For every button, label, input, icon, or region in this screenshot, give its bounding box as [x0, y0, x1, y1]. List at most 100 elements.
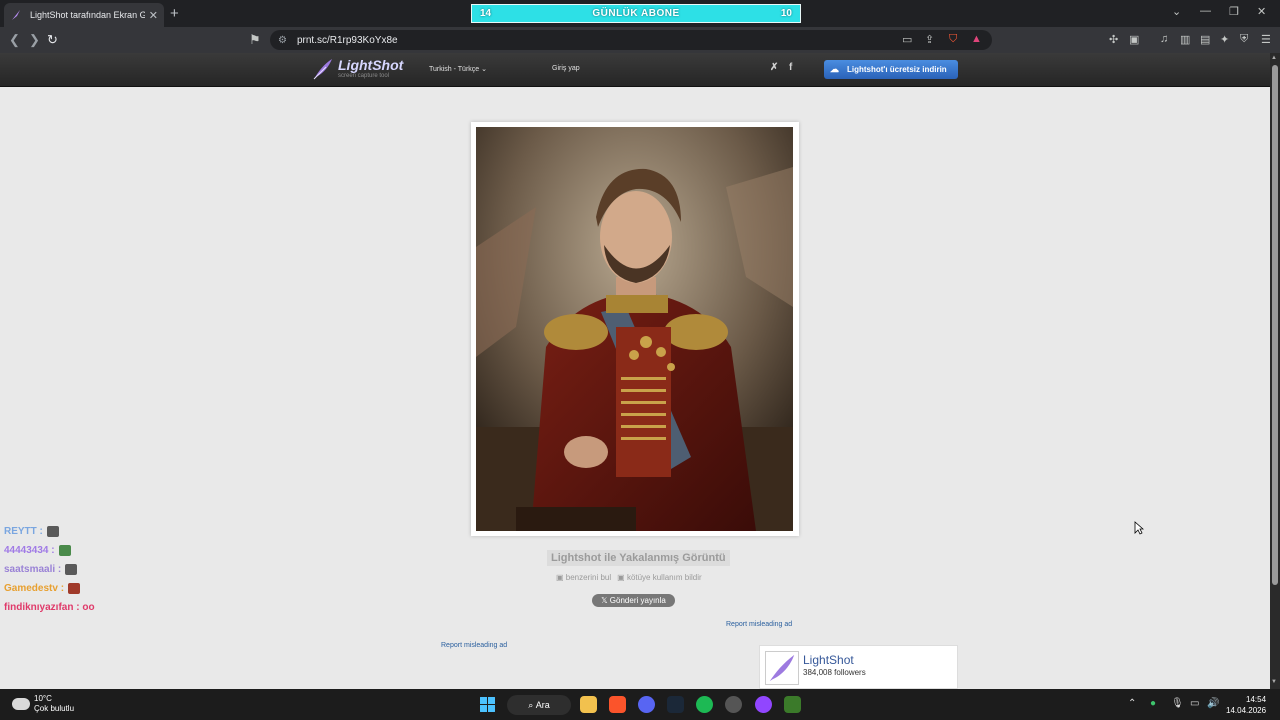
scroll-thumb[interactable]	[1272, 65, 1278, 585]
browser-toolbar: ❮ ❯ ↻ ⚑ ⚙ prnt.sc/R1rp93KoYx8e ▭ ⇪ ⛉ ▲ ✣…	[0, 27, 1280, 53]
logo-subtitle: screen capture tool	[338, 72, 390, 79]
sidebar-icon[interactable]: ▥	[1180, 33, 1190, 46]
chat-message: REYTT :	[4, 522, 95, 541]
emote-icon	[68, 583, 81, 594]
weather-widget[interactable]: 10°C Çok bulutlu	[12, 694, 74, 714]
overlay-left-count: 14	[480, 8, 492, 19]
spotify-icon[interactable]	[696, 696, 713, 713]
weather-temp: 10°C	[34, 694, 52, 703]
volume-icon[interactable]: 🔊	[1207, 698, 1219, 709]
url-text: prnt.sc/R1rp93KoYx8e	[296, 34, 398, 46]
screenshot-frame	[471, 122, 799, 536]
brave-rewards-icon[interactable]: ▲	[971, 33, 982, 45]
overlay-title: GÜNLÜK ABONE	[592, 8, 680, 19]
search-label: Ara	[535, 700, 550, 710]
stream-chat-overlay: REYTT : 44443434 : saatsmaali : Gamedest…	[4, 522, 95, 617]
image-actions: ▣ benzerini bul ▣ kötüye kullanım bildir	[556, 573, 702, 582]
search-icon: ⌕	[528, 699, 536, 710]
facebook-page-widget[interactable]: LightShot 384,008 followers	[759, 645, 958, 689]
status-dot-icon[interactable]: ●	[1150, 698, 1156, 709]
share-icon[interactable]: ⇪	[925, 33, 934, 46]
media-icon[interactable]: ♫	[1160, 33, 1168, 45]
feather-icon	[313, 59, 332, 80]
language-selector[interactable]: Turkish - Türkçe ⌄	[429, 65, 487, 73]
address-bar[interactable]: ⚙ prnt.sc/R1rp93KoYx8e	[270, 30, 992, 50]
scroll-down-icon[interactable]: ▼	[1271, 679, 1277, 685]
chat-user: findiknıyazıfan : oo	[4, 602, 95, 613]
obs-icon[interactable]	[755, 696, 772, 713]
page-scrollbar[interactable]: ▲ ▼	[1270, 53, 1280, 689]
restore-icon[interactable]: ❐	[1229, 5, 1239, 18]
post-to-x-button[interactable]: 𝕏 Gönderi yayınla	[592, 594, 675, 607]
browser-tab[interactable]: LightShot tarafından Ekran Görü ✕	[4, 3, 164, 27]
leo-ai-icon[interactable]: ✦	[1220, 33, 1229, 46]
close-window-icon[interactable]: ✕	[1257, 5, 1266, 18]
chat-message: 44443434 :	[4, 541, 95, 560]
tab-close-icon[interactable]: ✕	[149, 9, 158, 22]
taskbar-search[interactable]: ⌕ Ara	[507, 695, 571, 715]
chat-message: findiknıyazıfan : oo	[4, 598, 95, 617]
tab-search-icon[interactable]: ⌄	[1172, 5, 1181, 18]
screenshot-caption: Lightshot ile Yakalanmış Görüntü	[547, 550, 730, 566]
overlay-right-count: 10	[780, 8, 792, 19]
vpn-icon[interactable]: ⛨	[1240, 33, 1248, 46]
wallet-icon[interactable]: ▤	[1200, 33, 1210, 46]
brave-browser-icon[interactable]	[609, 696, 626, 713]
download-button[interactable]: ☁ Lightshot'ı ücretsiz indirin	[824, 60, 958, 79]
cast-icon[interactable]: ▭	[902, 33, 912, 46]
reload-icon[interactable]: ↻	[47, 32, 58, 48]
clock-time: 14:54	[1246, 695, 1267, 704]
chat-message: Gamedestv :	[4, 579, 95, 598]
cloud-download-icon: ☁	[830, 64, 839, 74]
daily-subscriber-overlay: 14 GÜNLÜK ABONE 10	[471, 4, 801, 23]
tray-chevron-icon[interactable]: ⌃	[1128, 698, 1136, 709]
chat-user: REYTT :	[4, 526, 43, 537]
screenshot-image[interactable]	[476, 127, 793, 531]
find-similar-link[interactable]: ▣ benzerini bul	[556, 573, 611, 582]
report-abuse-link[interactable]: ▣ kötüye kullanım bildir	[617, 573, 701, 582]
bookmark-icon[interactable]: ⚑	[249, 32, 261, 48]
extensions-icon[interactable]: ✣	[1109, 33, 1118, 46]
mouse-cursor-icon	[1134, 521, 1144, 535]
scroll-up-icon[interactable]: ▲	[1271, 55, 1277, 61]
download-label: Lightshot'ı ücretsiz indirin	[847, 65, 947, 74]
forward-icon[interactable]: ❯	[29, 32, 40, 48]
chat-user: 44443434 :	[4, 545, 55, 556]
cloud-icon	[12, 698, 30, 710]
lightshot-logo[interactable]: LightShot screen capture tool	[312, 58, 403, 80]
brave-shields-icon[interactable]: ⛉	[949, 33, 957, 46]
menu-icon[interactable]: ☰	[1261, 33, 1271, 46]
find-similar-label: benzerini bul	[565, 573, 612, 582]
emote-icon	[58, 545, 71, 556]
windows-start-icon[interactable]	[479, 696, 496, 713]
steam-icon[interactable]	[667, 696, 684, 713]
back-icon[interactable]: ❮	[9, 32, 20, 48]
media-player-icon[interactable]	[784, 696, 801, 713]
logo-text: LightShot	[338, 56, 404, 73]
login-link[interactable]: Giriş yap	[552, 65, 580, 72]
file-explorer-icon[interactable]	[580, 696, 597, 713]
lightshot-feather-icon	[12, 10, 20, 20]
fb-followers: 384,008 followers	[803, 668, 866, 677]
app-icon[interactable]	[725, 696, 742, 713]
emote-icon	[46, 526, 59, 537]
new-tab-button[interactable]: +	[170, 5, 179, 22]
report-ad-link-1[interactable]: Report misleading ad	[726, 621, 792, 628]
chat-user: saatsmaali :	[4, 564, 62, 575]
network-icon[interactable]: ▭	[1190, 698, 1199, 709]
facebook-icon[interactable]: f	[789, 62, 792, 73]
discord-icon[interactable]	[638, 696, 655, 713]
lightshot-header: LightShot screen capture tool Turkish - …	[0, 53, 1270, 87]
minimize-icon[interactable]: —	[1200, 5, 1211, 17]
chat-message: saatsmaali :	[4, 560, 95, 579]
chat-user: Gamedestv :	[4, 583, 65, 594]
report-abuse-label: kötüye kullanım bildir	[626, 573, 702, 582]
page-content: Lightshot ile Yakalanmış Görüntü ▣ benze…	[0, 87, 1270, 689]
microphone-icon[interactable]: 🎙	[1171, 698, 1184, 709]
system-clock[interactable]: 14:54 14.04.2026	[1226, 694, 1266, 716]
report-ad-link-2[interactable]: Report misleading ad	[441, 642, 507, 649]
twitter-icon[interactable]: ✗	[770, 62, 778, 73]
screenshot-icon[interactable]: ▣	[1129, 33, 1139, 46]
tab-title: LightShot tarafından Ekran Görü	[30, 10, 145, 20]
site-info-icon[interactable]: ⚙	[278, 35, 287, 46]
